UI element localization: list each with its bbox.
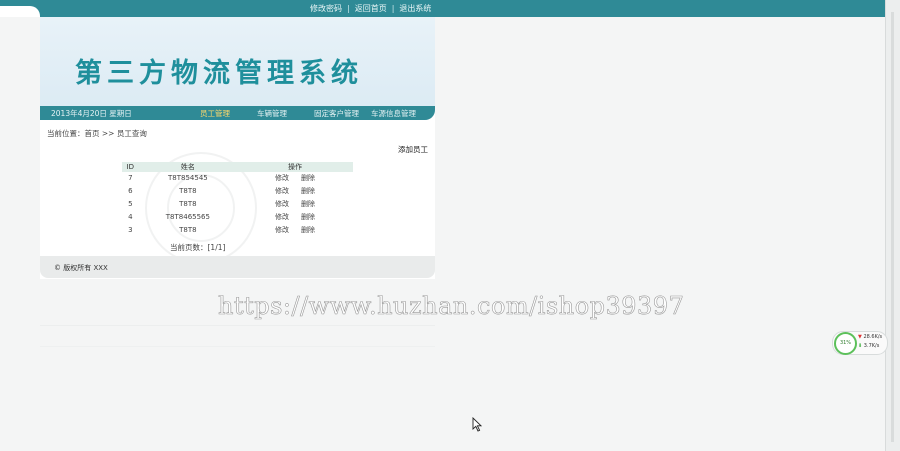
table-row: 4 T8T8465565 修改 删除 — [122, 210, 353, 223]
row-actions: 修改 删除 — [237, 172, 353, 185]
column-header-id: ID — [122, 162, 139, 172]
top-separator: | — [391, 4, 395, 13]
nav-bar: 2013年4月20日 星期日 员工管理 车辆管理 固定客户管理 车源信息管理 — [40, 106, 435, 120]
home-link[interactable]: 返回首页 — [355, 4, 387, 13]
add-employee-link[interactable]: 添加员工 — [398, 144, 428, 155]
nav-item-vehicle[interactable]: 车辆管理 — [257, 108, 287, 119]
network-speed-widget[interactable]: 31% ▼ 28.6K/s ⬇ 3.7K/s — [832, 331, 888, 355]
top-bar: 修改密码 | 返回首页 | 退出系统 — [0, 0, 886, 17]
breadcrumb: 当前位置：首页 >> 员工查询 — [47, 129, 147, 138]
footer: © 版权所有 XXX — [40, 256, 435, 278]
nav-item-fixed-customer[interactable]: 固定客户管理 — [314, 108, 359, 119]
divider — [40, 346, 435, 347]
top-bar-corner — [0, 6, 40, 17]
system-title: 第三方物流管理系统 — [75, 58, 363, 89]
download-value: 3.7K/s — [863, 343, 880, 349]
edit-link[interactable]: 修改 — [275, 199, 289, 209]
nav-item-vehicle-source[interactable]: 车源信息管理 — [371, 108, 416, 119]
logout-link[interactable]: 退出系统 — [399, 4, 431, 13]
upload-speed: ▼ 28.6K/s — [858, 334, 882, 340]
row-name: T8T8 — [179, 225, 197, 234]
row-id: 4 — [128, 212, 133, 221]
table-row: 3 T8T8 修改 删除 — [122, 223, 353, 236]
mouse-cursor-icon — [472, 417, 482, 432]
delete-link[interactable]: 删除 — [301, 173, 315, 183]
row-id: 6 — [128, 187, 133, 196]
page-indicator: 当前页数：[1/1] — [170, 243, 226, 252]
row-name: T8T8465565 — [165, 212, 210, 221]
row-name: T8T8 — [179, 187, 197, 196]
delete-link[interactable]: 删除 — [301, 199, 315, 209]
usage-ring: 31% — [834, 332, 857, 355]
edit-link[interactable]: 修改 — [275, 212, 289, 222]
top-links: 修改密码 | 返回首页 | 退出系统 — [310, 3, 431, 14]
row-actions: 修改 删除 — [237, 210, 353, 223]
table-row: 6 T8T8 修改 删除 — [122, 185, 353, 198]
divider — [40, 325, 435, 326]
url-watermark: https://www.huzhan.com/ishop39397 — [218, 292, 685, 321]
edit-link[interactable]: 修改 — [275, 186, 289, 196]
delete-link[interactable]: 删除 — [301, 225, 315, 235]
main-panel: 第三方物流管理系统 2013年4月20日 星期日 员工管理 车辆管理 固定客户管… — [40, 17, 435, 279]
scrollbar-track[interactable] — [891, 12, 894, 442]
copyright-text: © 版权所有 XXX — [54, 264, 108, 272]
row-id: 3 — [128, 225, 133, 234]
banner: 第三方物流管理系统 — [40, 17, 435, 106]
row-actions: 修改 删除 — [237, 185, 353, 198]
row-name: T8T854545 — [168, 174, 208, 183]
row-actions: 修改 删除 — [237, 198, 353, 211]
edit-link[interactable]: 修改 — [275, 225, 289, 235]
row-actions: 修改 删除 — [237, 223, 353, 236]
column-header-actions: 操作 — [237, 162, 353, 172]
row-name: T8T8 — [179, 199, 197, 208]
upload-arrow-icon: ▼ — [858, 334, 862, 340]
nav-date: 2013年4月20日 星期日 — [51, 109, 132, 118]
edit-link[interactable]: 修改 — [275, 173, 289, 183]
change-password-link[interactable]: 修改密码 — [310, 4, 342, 13]
table-header-row: ID 姓名 操作 — [122, 162, 353, 172]
delete-link[interactable]: 删除 — [301, 186, 315, 196]
download-arrow-icon: ⬇ — [858, 343, 863, 349]
top-separator: | — [347, 4, 350, 13]
employee-table: ID 姓名 操作 7 T8T854545 修改 删除 6 T8T8 修改 删除 5 … — [122, 162, 353, 236]
table-row: 7 T8T854545 修改 删除 — [122, 172, 353, 185]
delete-link[interactable]: 删除 — [301, 212, 315, 222]
nav-item-employee[interactable]: 员工管理 — [200, 108, 230, 119]
download-speed: ⬇ 3.7K/s — [858, 343, 879, 349]
row-id: 7 — [128, 174, 133, 183]
table-row: 5 T8T8 修改 删除 — [122, 198, 353, 211]
upload-value: 28.6K/s — [863, 334, 883, 340]
column-header-name: 姓名 — [138, 162, 238, 172]
row-id: 5 — [128, 199, 133, 208]
vertical-scrollbar[interactable] — [885, 0, 900, 451]
